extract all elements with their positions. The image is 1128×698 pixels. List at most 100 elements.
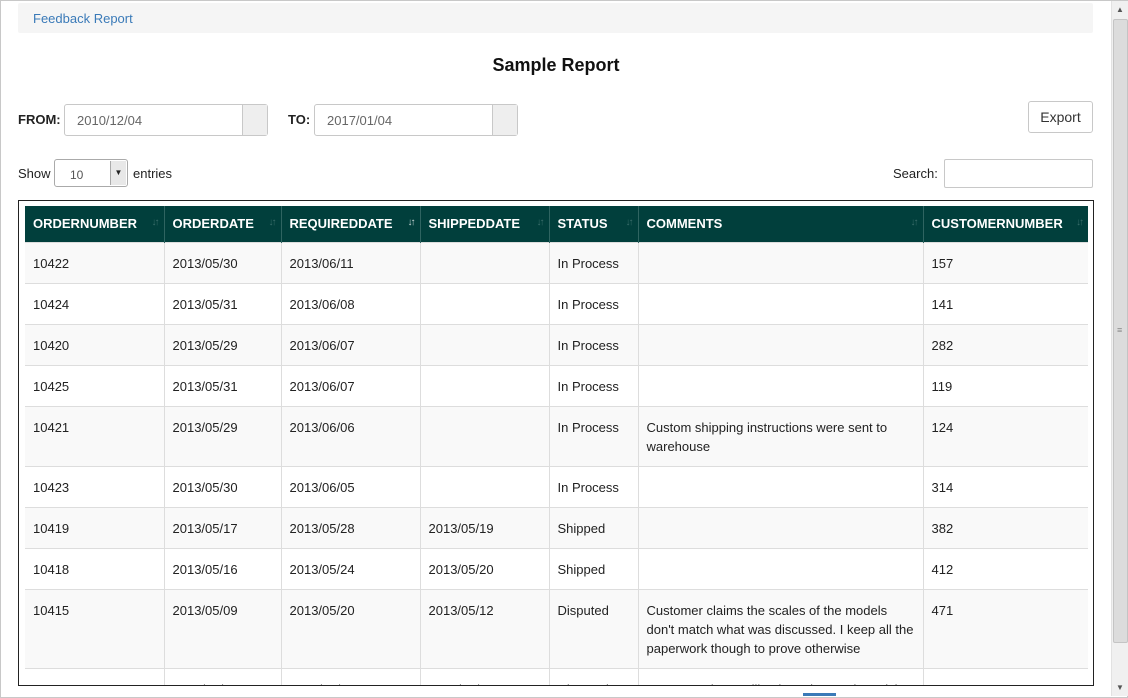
table-cell-customernumber: 141 [923, 282, 1088, 324]
table-cell-customernumber: 119 [923, 364, 1088, 406]
table-cell-comments: Custom shipping instructions were sent t… [638, 405, 924, 466]
from-date-picker-button[interactable] [242, 105, 267, 135]
table-cell-shippeddate [420, 241, 550, 283]
column-header-label: SHIPPEDDATE [428, 216, 521, 232]
show-label: Show [18, 166, 51, 181]
entries-label: entries [133, 166, 173, 181]
table-row: 10415 2013/05/09 2013/05/20 2013/05/12 Dispu… [25, 588, 1088, 668]
column-header-comments[interactable]: COMMENTS ↓↑ [638, 206, 924, 242]
table-cell-customernumber: 314 [923, 465, 1088, 507]
column-header-ordernumber[interactable]: ORDERNUMBER ↓↑ [25, 206, 165, 242]
table-body: 10422 2013/05/30 2013/06/11 In Process 157 10… [25, 241, 1088, 685]
table-cell-ordernumber: 10425 [25, 364, 165, 406]
table-cell-shippeddate [420, 282, 550, 324]
column-header-orderdate[interactable]: ORDERDATE ↓↑ [164, 206, 282, 242]
table-cell-shippeddate: 2013/05/12 [420, 588, 550, 668]
scroll-down-arrow-icon[interactable]: ▼ [1112, 679, 1128, 696]
table-cell-customernumber: 141 [923, 667, 1088, 685]
column-header-customernumber[interactable]: CUSTOMERNUMBER ↓↑ [923, 206, 1088, 242]
search-input[interactable] [944, 159, 1093, 188]
table-row: 10419 2013/05/17 2013/05/28 2013/05/19 Shipp… [25, 506, 1088, 548]
pagination-active-indicator[interactable] [803, 693, 836, 696]
column-header-label: REQUIREDDATE [289, 216, 393, 232]
table-cell-customernumber: 471 [923, 588, 1088, 668]
to-date-field[interactable]: 2017/01/04 [314, 104, 518, 136]
sort-icon[interactable]: ↓↑ [1076, 217, 1084, 228]
table-header-row: ORDERNUMBER ↓↑ ORDERDATE ↓↑ REQUIREDDATE ↓↑ SH… [25, 206, 1088, 242]
sort-icon[interactable]: ↓↑ [408, 217, 416, 228]
table-cell-comments [638, 547, 924, 589]
table-cell-ordernumber: 10421 [25, 405, 165, 466]
search-label: Search: [893, 166, 938, 181]
sort-icon[interactable]: ↓↑ [269, 217, 277, 228]
table-row: 104172013/05/132013/05/192013/05/19Dispu… [25, 667, 1088, 685]
scroll-up-arrow-icon[interactable]: ▲ [1112, 1, 1128, 18]
table-cell-comments [638, 282, 924, 324]
vertical-scrollbar[interactable]: ▲ ≡ ▼ [1111, 1, 1128, 696]
column-header-requireddate[interactable]: REQUIREDDATE ↓↑ [281, 206, 421, 242]
scrollbar-thumb[interactable]: ≡ [1113, 19, 1128, 643]
table-cell-requireddate: 2013/06/06 [281, 405, 421, 466]
table-cell-shippeddate [420, 364, 550, 406]
table-cell-ordernumber: 10420 [25, 323, 165, 365]
table-row: 10423 2013/05/30 2013/06/05 In Process 314 [25, 465, 1088, 507]
sort-icon[interactable]: ↓↑ [911, 217, 919, 228]
table-cell-requireddate: 2013/06/07 [281, 323, 421, 365]
table-cell-ordernumber: 10415 [25, 588, 165, 668]
table-cell-comments [638, 241, 924, 283]
from-date-field[interactable]: 2010/12/04 [64, 104, 268, 136]
browser-frame: Feedback Report Sample Report FROM: 2010… [0, 0, 1128, 698]
table-cell-status: Shipped [549, 506, 639, 548]
table-cell-status: Shipped [549, 547, 639, 589]
table-cell-requireddate: 2013/06/08 [281, 282, 421, 324]
column-header-shippeddate[interactable]: SHIPPEDDATE ↓↑ [420, 206, 550, 242]
table-cell-customernumber: 157 [923, 241, 1088, 283]
sort-icon[interactable]: ↓↑ [626, 217, 634, 228]
table-cell-orderdate: 2013/05/30 [164, 241, 282, 283]
to-date-picker-button[interactable] [492, 105, 517, 135]
table-cell-requireddate: 2013/05/19 [281, 667, 421, 685]
table-cell-ordernumber: 10419 [25, 506, 165, 548]
table-cell-ordernumber: 10417 [25, 667, 165, 685]
table-cell-status: In Process [549, 241, 639, 283]
table-cell-requireddate: 2013/05/24 [281, 547, 421, 589]
table-cell-orderdate: 2013/05/17 [164, 506, 282, 548]
column-header-label: STATUS [557, 216, 608, 232]
breadcrumb: Feedback Report [18, 3, 1093, 33]
table-cell-status: In Process [549, 282, 639, 324]
table-cell-ordernumber: 10424 [25, 282, 165, 324]
table-cell-ordernumber: 10423 [25, 465, 165, 507]
table-cell-status: In Process [549, 323, 639, 365]
table-cell-shippeddate: 2013/05/20 [420, 547, 550, 589]
table-cell-status: Disputed [549, 667, 639, 685]
sort-icon[interactable]: ↓↑ [537, 217, 545, 228]
table-cell-comments [638, 506, 924, 548]
sort-icon[interactable]: ↓↑ [152, 217, 160, 228]
column-header-label: ORDERDATE [172, 216, 254, 232]
table-cell-orderdate: 2013/05/29 [164, 323, 282, 365]
dropdown-arrow-icon[interactable]: ▼ [110, 161, 126, 185]
table-cell-status: In Process [549, 405, 639, 466]
table-cell-comments [638, 364, 924, 406]
column-header-status[interactable]: STATUS ↓↑ [549, 206, 639, 242]
table-row: 10422 2013/05/30 2013/06/11 In Process 157 [25, 241, 1088, 283]
table-row: 10418 2013/05/16 2013/05/24 2013/05/20 Shipp… [25, 547, 1088, 589]
table-cell-requireddate: 2013/05/28 [281, 506, 421, 548]
export-button[interactable]: Export [1028, 101, 1093, 133]
column-header-label: ORDERNUMBER [33, 216, 137, 232]
table-cell-requireddate: 2013/05/20 [281, 588, 421, 668]
table-cell-requireddate: 2013/06/07 [281, 364, 421, 406]
table-cell-orderdate: 2013/05/30 [164, 465, 282, 507]
table-cell-comments: Customer doesn't like the colors and pre… [638, 667, 924, 685]
table-cell-shippeddate [420, 465, 550, 507]
table-cell-comments [638, 465, 924, 507]
table-cell-status: In Process [549, 364, 639, 406]
breadcrumb-link-feedback-report[interactable]: Feedback Report [33, 11, 133, 26]
table-cell-comments: Customer claims the scales of the models… [638, 588, 924, 668]
table-cell-shippeddate: 2013/05/19 [420, 506, 550, 548]
table-cell-shippeddate [420, 405, 550, 466]
table-cell-orderdate: 2013/05/29 [164, 405, 282, 466]
entries-length-select[interactable]: 10 ▼ [54, 159, 128, 187]
table-cell-shippeddate [420, 323, 550, 365]
from-label: FROM: [18, 112, 61, 127]
